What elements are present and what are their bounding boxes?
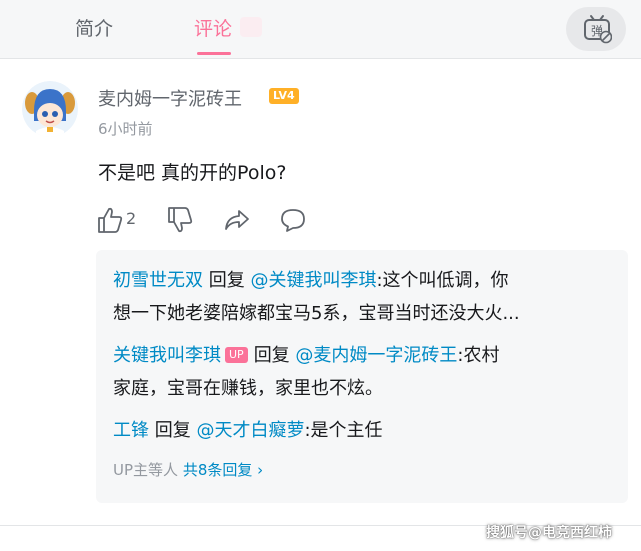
avatar[interactable] [22, 81, 78, 137]
share-icon[interactable] [223, 206, 251, 234]
reply-1-user[interactable]: 初雪世无双 [113, 270, 203, 291]
dislike-icon[interactable] [167, 206, 193, 234]
reply-2-user[interactable]: 关键我叫李琪 [113, 345, 221, 366]
reply-3-mention[interactable]: @天才白癡萝 [196, 420, 304, 441]
danmaku-toggle-button[interactable]: 弹 [566, 7, 626, 51]
reply-3-text: :是个主任 [304, 420, 383, 441]
reply-2-line-1: 关键我叫李琪 UP 回复 @麦内姆一字泥砖王:农村 [113, 339, 500, 372]
comment-time: 6小时前 [98, 120, 153, 138]
reply-2-line-2: 家庭，宝哥在赚钱，家里也不炫。 [113, 378, 383, 399]
up-badge: UP [225, 347, 248, 363]
tab-intro[interactable]: 简介 [75, 14, 113, 41]
more-total[interactable]: 共8条回复 › [183, 461, 263, 479]
comment-username[interactable]: 麦内姆一字泥砖王 [98, 85, 242, 111]
danmaku-off-icon: 弹 [584, 15, 612, 44]
level-badge: LV4 [269, 88, 299, 104]
reply-2-mention[interactable]: @麦内姆一字泥砖王 [295, 345, 457, 366]
comment-count-badge [240, 17, 262, 37]
reply-1-line-2: 想一下她老婆陪嫁都宝马5系，宝哥当时还没大火... [113, 303, 520, 324]
tab-comments[interactable]: 评论 [194, 14, 232, 41]
replies-box[interactable]: 初雪世无双 回复 @关键我叫李琪:这个叫低调，你 想一下她老婆陪嫁都宝马5系，宝… [96, 250, 628, 503]
active-tab-indicator [197, 52, 231, 55]
reply-1-text: :这个叫低调，你 [376, 270, 509, 291]
like-count: 2 [126, 209, 137, 228]
watermark: 搜狐号@电竞西红柿 [486, 525, 612, 541]
more-prefix: UP主等人 [113, 461, 179, 479]
reply-3-verb: 回复 [154, 420, 191, 441]
reply-1-verb: 回复 [208, 270, 245, 291]
reply-3-line-1: 工锋 回复 @天才白癡萝:是个主任 [113, 414, 383, 447]
reply-1-mention[interactable]: @关键我叫李琪 [250, 270, 376, 291]
reply-3-user[interactable]: 工锋 [113, 420, 149, 441]
reply-2-text: :农村 [457, 345, 500, 366]
comment-content: 不是吧 真的开的Polo? [98, 162, 287, 184]
avatar-image [22, 81, 78, 137]
like-icon[interactable] [97, 206, 123, 234]
reply-icon[interactable] [279, 206, 307, 234]
reply-2-verb: 回复 [253, 345, 290, 366]
tab-bar: 简介 评论 弹 [0, 0, 641, 59]
view-more-replies[interactable]: UP主等人 共8条回复 › [113, 459, 263, 480]
reply-1-line-1: 初雪世无双 回复 @关键我叫李琪:这个叫低调，你 [113, 264, 509, 297]
